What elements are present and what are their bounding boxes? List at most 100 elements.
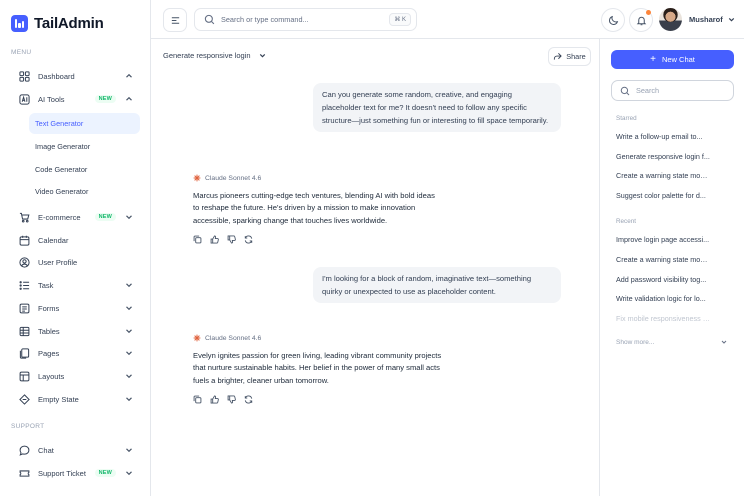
chevron-up-icon <box>124 71 134 81</box>
sidebar-subitem-code-generator[interactable]: Code Generator <box>29 159 140 180</box>
thumbs-up-icon[interactable] <box>210 395 219 404</box>
share-label: Share <box>566 52 586 61</box>
chevron-down-icon <box>259 54 265 58</box>
chat-title-dropdown[interactable]: Generate responsive login <box>163 51 267 60</box>
sidebar: TailAdmin MENU Dashboard AI Tools NEW Te… <box>0 0 151 496</box>
starred-chat-item[interactable]: Create a warning state mod... <box>616 171 710 180</box>
table-icon <box>18 325 30 337</box>
chat-history-panel: + New Chat Search Starred Write a follow… <box>599 39 744 496</box>
recent-chat-item[interactable]: Improve login page accessi... <box>616 235 710 244</box>
sidebar-item-user-profile[interactable]: User Profile <box>11 251 140 273</box>
assistant-text: Marcus pioneers cutting-edge tech ventur… <box>193 191 435 225</box>
chevron-down-icon <box>124 303 134 313</box>
chevron-down-icon <box>124 445 134 455</box>
recent-label: Recent <box>616 218 636 225</box>
recent-chat-item[interactable]: Fix mobile responsiveness o... <box>616 314 710 323</box>
history-search-input[interactable]: Search <box>611 80 734 101</box>
recent-chat-item[interactable]: Write validation logic for lo... <box>616 294 710 303</box>
share-icon <box>554 53 562 60</box>
search-icon <box>620 86 630 96</box>
message-actions <box>193 395 443 404</box>
ai-icon <box>18 93 30 105</box>
app-name: TailAdmin <box>34 15 104 32</box>
chevron-down-icon <box>124 212 134 222</box>
thumbs-up-icon[interactable] <box>210 235 219 244</box>
show-more-button[interactable]: Show more... <box>616 338 728 346</box>
assistant-text: Evelyn ignites passion for green living,… <box>193 351 442 385</box>
starred-chat-item[interactable]: Generate responsive login f... <box>616 152 710 161</box>
avatar <box>659 8 682 31</box>
chevron-down-icon <box>124 348 134 358</box>
chat-title: Generate responsive login <box>163 51 251 60</box>
chevron-down-icon <box>124 468 134 478</box>
sidebar-item-label: Dashboard <box>38 71 75 81</box>
sidebar-item-dashboard[interactable]: Dashboard <box>11 65 140 87</box>
sidebar-toggle-button[interactable] <box>163 8 187 32</box>
claude-star-icon <box>193 174 201 182</box>
model-name: Claude Sonnet 4.6 <box>205 174 262 182</box>
theme-toggle-button[interactable] <box>601 8 625 32</box>
menu-section-label: MENU <box>11 49 32 56</box>
cart-icon <box>18 211 30 223</box>
regenerate-icon[interactable] <box>244 235 253 244</box>
model-label: Claude Sonnet 4.6 <box>193 174 443 182</box>
sidebar-subitem-text-generator[interactable]: Text Generator <box>29 113 140 134</box>
search-icon <box>204 14 215 25</box>
thumbs-down-icon[interactable] <box>227 395 236 404</box>
command-search-input[interactable]: Search or type command... ⌘ K <box>194 8 417 31</box>
thumbs-down-icon[interactable] <box>227 235 236 244</box>
logo-icon <box>11 15 28 32</box>
user-menu[interactable]: Musharof <box>659 8 736 31</box>
copy-icon[interactable] <box>193 395 202 404</box>
starred-chat-item[interactable]: Write a follow-up email to... <box>616 132 710 141</box>
form-icon <box>18 302 30 314</box>
sidebar-item-label: Tables <box>38 326 60 336</box>
task-icon <box>18 279 30 291</box>
chevron-down-icon <box>124 394 134 404</box>
pages-icon <box>18 347 30 359</box>
starred-label: Starred <box>616 115 637 122</box>
sidebar-item-label: Forms <box>38 303 60 313</box>
new-badge: NEW <box>94 95 116 103</box>
claude-star-icon <box>193 334 201 342</box>
sidebar-item-forms[interactable]: Forms <box>11 297 140 319</box>
new-chat-label: New Chat <box>661 55 695 64</box>
support-section-label: SUPPORT <box>11 423 45 430</box>
new-chat-button[interactable]: + New Chat <box>611 50 734 69</box>
notification-dot <box>646 10 651 15</box>
show-more-label: Show more... <box>616 338 655 346</box>
sidebar-item-empty-state[interactable]: Empty State <box>11 388 140 410</box>
sidebar-subitem-video-generator[interactable]: Video Generator <box>29 181 140 202</box>
chevron-down-icon <box>727 15 736 24</box>
sidebar-item-label: AI Tools <box>38 94 65 104</box>
sidebar-subitem-image-generator[interactable]: Image Generator <box>29 136 140 157</box>
sidebar-item-ecommerce[interactable]: E-commerce NEW <box>11 206 140 228</box>
sidebar-item-label: Pages <box>38 348 60 358</box>
share-button[interactable]: Share <box>548 47 591 66</box>
assistant-message: Claude Sonnet 4.6 Marcus pioneers cuttin… <box>193 174 443 244</box>
notifications-button[interactable] <box>629 8 653 32</box>
starred-chat-item[interactable]: Suggest color palette for d... <box>616 191 710 200</box>
copy-icon[interactable] <box>193 235 202 244</box>
sidebar-item-calendar[interactable]: Calendar <box>11 229 140 251</box>
search-placeholder: Search <box>636 86 660 95</box>
model-name: Claude Sonnet 4.6 <box>205 334 262 342</box>
sidebar-item-label: Empty State <box>38 394 79 404</box>
logo[interactable]: TailAdmin <box>11 15 104 32</box>
sidebar-item-ai-tools[interactable]: AI Tools NEW <box>11 88 140 110</box>
sidebar-item-tables[interactable]: Tables <box>11 320 140 342</box>
menu-icon <box>170 15 181 26</box>
sidebar-item-support-ticket[interactable]: Support Ticket NEW <box>11 462 140 484</box>
layout-icon <box>18 370 30 382</box>
recent-chat-item[interactable]: Add password visibility tog... <box>616 275 710 284</box>
chevron-up-icon <box>124 94 134 104</box>
chat-icon <box>18 444 30 456</box>
sidebar-item-layouts[interactable]: Layouts <box>11 365 140 387</box>
regenerate-icon[interactable] <box>244 395 253 404</box>
shortcut-hint: ⌘ K <box>389 13 411 26</box>
sidebar-item-task[interactable]: Task <box>11 274 140 296</box>
sidebar-item-pages[interactable]: Pages <box>11 342 140 364</box>
user-name: Musharof <box>689 15 723 24</box>
sidebar-item-chat[interactable]: Chat <box>11 439 140 461</box>
recent-chat-item[interactable]: Create a warning state mod... <box>616 255 710 264</box>
